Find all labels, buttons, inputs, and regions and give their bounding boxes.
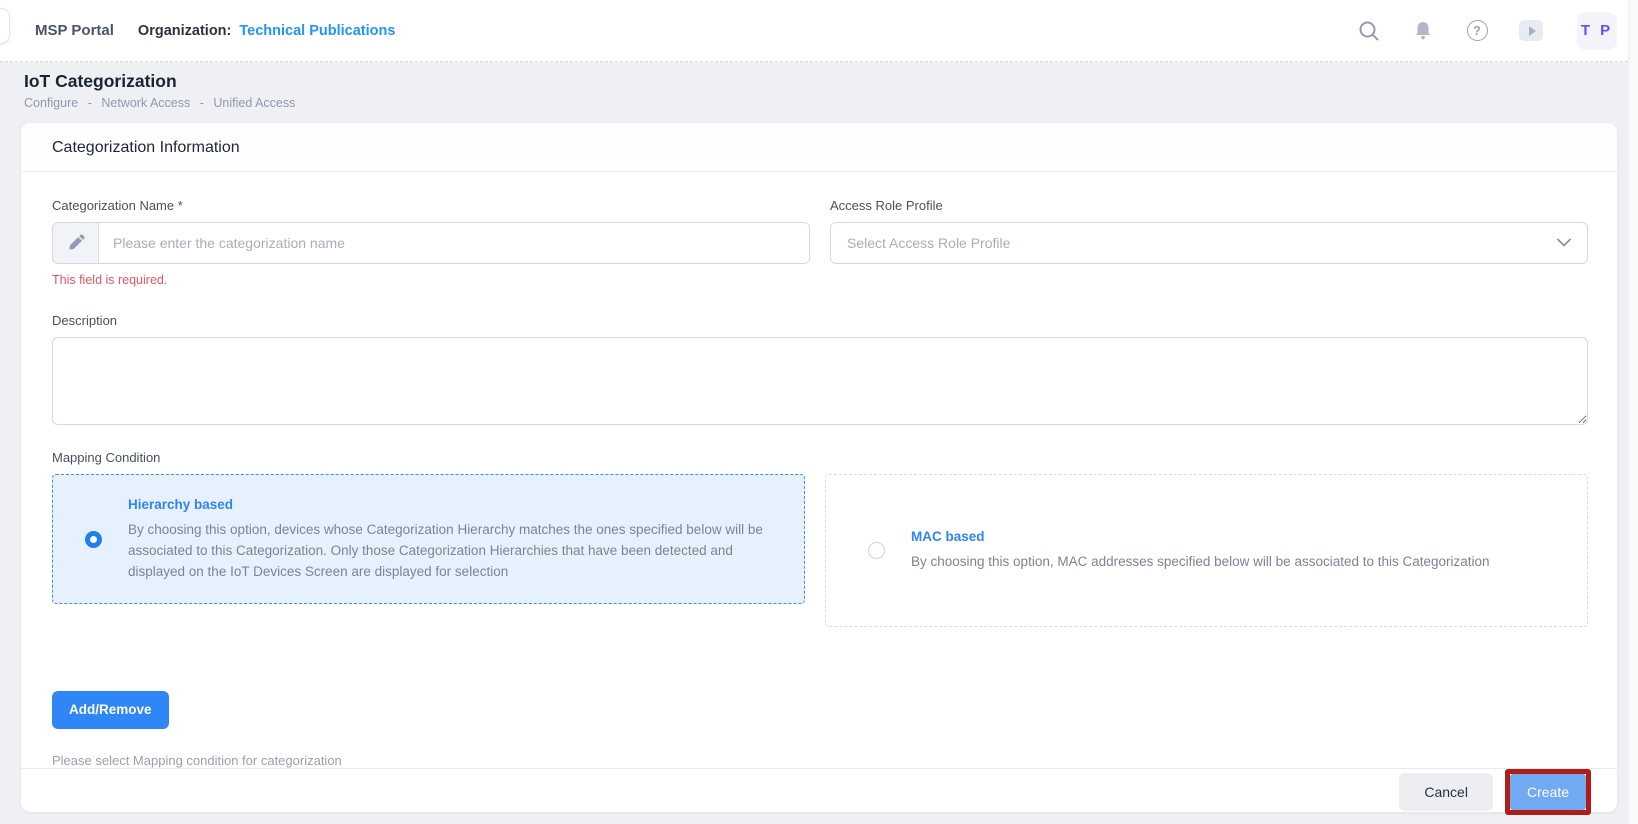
section-title: Categorization Information xyxy=(21,123,1617,172)
create-button[interactable]: Create xyxy=(1510,774,1586,810)
access-role-profile-label: Access Role Profile xyxy=(830,198,1588,213)
scrollbar-track[interactable] xyxy=(1628,0,1638,824)
help-glyph: ? xyxy=(1467,20,1488,41)
organization-link[interactable]: Technical Publications xyxy=(239,23,395,39)
hierarchy-based-title: Hierarchy based xyxy=(128,497,780,512)
annotation-highlight-box: Create xyxy=(1505,769,1591,815)
organization-label: Organization: xyxy=(138,23,231,39)
mac-based-description: By choosing this option, MAC addresses s… xyxy=(911,551,1490,572)
breadcrumb: Configure - Network Access - Unified Acc… xyxy=(24,96,1614,110)
chevron-down-icon xyxy=(1557,234,1571,252)
top-header-bar: MSP Portal Organization: Technical Publi… xyxy=(0,0,1638,62)
breadcrumb-separator: - xyxy=(200,96,204,110)
radio-hierarchy-based[interactable] xyxy=(85,531,102,548)
categorization-form-card: Categorization Information Categorizatio… xyxy=(21,123,1617,812)
option-hierarchy-based[interactable]: Hierarchy based By choosing this option,… xyxy=(52,474,805,604)
categorization-name-group xyxy=(52,222,810,264)
cancel-button[interactable]: Cancel xyxy=(1399,773,1493,811)
sidebar-collapse-handle[interactable] xyxy=(0,8,10,44)
hierarchy-based-description: By choosing this option, devices whose C… xyxy=(128,519,780,582)
description-label: Description xyxy=(52,313,1588,328)
add-remove-button[interactable]: Add/Remove xyxy=(52,691,169,729)
search-icon[interactable] xyxy=(1357,19,1381,43)
description-textarea[interactable] xyxy=(52,337,1588,425)
categorization-name-label: Categorization Name * xyxy=(52,198,810,213)
pencil-icon xyxy=(53,223,99,263)
avatar[interactable]: T P xyxy=(1577,12,1617,50)
help-icon[interactable]: ? xyxy=(1465,19,1489,43)
required-field-error: This field is required. xyxy=(52,273,810,287)
mapping-condition-label: Mapping Condition xyxy=(52,450,1588,465)
mapping-helper-text: Please select Mapping condition for cate… xyxy=(52,753,1588,768)
page-title: IoT Categorization xyxy=(24,69,1614,93)
radio-mac-based[interactable] xyxy=(868,542,885,559)
bell-icon[interactable] xyxy=(1411,19,1435,43)
mac-based-title: MAC based xyxy=(911,529,1490,544)
option-mac-based[interactable]: MAC based By choosing this option, MAC a… xyxy=(825,474,1588,627)
access-role-profile-placeholder: Select Access Role Profile xyxy=(847,235,1557,251)
form-footer: Cancel Create xyxy=(21,768,1617,815)
video-tutorial-icon[interactable] xyxy=(1519,19,1543,43)
access-role-profile-select[interactable]: Select Access Role Profile xyxy=(830,222,1588,264)
app-title: MSP Portal xyxy=(35,22,114,39)
breadcrumb-item-configure: Configure xyxy=(24,96,78,110)
breadcrumb-item-network-access: Network Access xyxy=(101,96,190,110)
breadcrumb-item-unified-access: Unified Access xyxy=(213,96,295,110)
categorization-name-input[interactable] xyxy=(99,223,809,263)
breadcrumb-separator: - xyxy=(88,96,92,110)
